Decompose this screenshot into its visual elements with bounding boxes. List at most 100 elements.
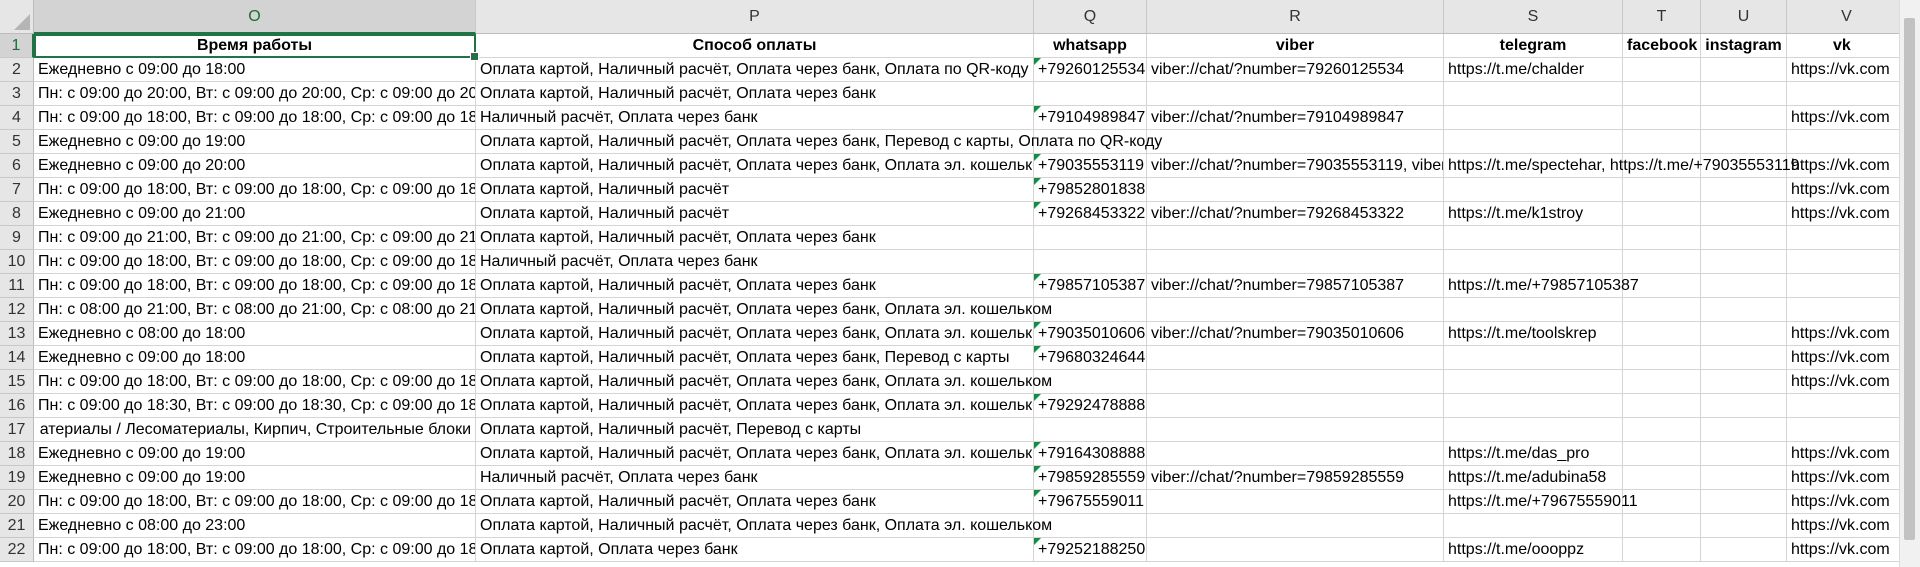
select-all-corner[interactable] [0, 0, 34, 34]
cell-u[interactable] [1701, 106, 1787, 130]
cell-u[interactable] [1701, 82, 1787, 106]
cell-v[interactable]: https://vk.com [1787, 154, 1907, 178]
cell-u[interactable] [1701, 58, 1787, 82]
row-header[interactable]: 12 [0, 298, 34, 322]
cell-q[interactable]: +79292478888 [1034, 394, 1147, 418]
cell-q[interactable]: +79268453322 [1034, 202, 1147, 226]
column-header-q[interactable]: Q [1034, 0, 1147, 34]
cell-v[interactable]: https://vk.com [1787, 490, 1907, 514]
cell-v[interactable] [1787, 250, 1907, 274]
cell-o[interactable]: Ежедневно с 09:00 до 20:00 [34, 154, 476, 178]
row-header[interactable]: 4 [0, 106, 34, 130]
cell-o[interactable]: Пн: с 09:00 до 18:30, Вт: с 09:00 до 18:… [34, 394, 476, 418]
cell-s[interactable] [1444, 394, 1623, 418]
cell-s[interactable] [1444, 130, 1623, 154]
cell-u[interactable] [1701, 442, 1787, 466]
row-header[interactable]: 17 [0, 418, 34, 442]
column-header-t[interactable]: T [1623, 0, 1701, 34]
column-header-o[interactable]: O [34, 0, 476, 34]
cell-v[interactable] [1787, 82, 1907, 106]
cell-s[interactable]: https://t.me/+79857105387 [1444, 274, 1639, 298]
cell-u[interactable] [1701, 178, 1787, 202]
cell-v[interactable]: https://vk.com [1787, 202, 1907, 226]
header-cell-u[interactable]: instagram [1701, 34, 1787, 58]
header-cell-v[interactable]: vk [1787, 34, 1907, 58]
cell-v[interactable]: https://vk.com [1787, 58, 1907, 82]
cell-v[interactable] [1787, 274, 1907, 298]
cell-p[interactable]: Наличный расчёт, Оплата через банк [476, 106, 1034, 130]
cell-p[interactable]: Оплата картой, Наличный расчёт, Оплата ч… [476, 154, 1034, 178]
cell-u[interactable] [1701, 130, 1787, 154]
cell-v[interactable] [1787, 418, 1907, 442]
cell-v[interactable] [1787, 298, 1907, 322]
cell-s[interactable] [1444, 178, 1623, 202]
cell-p[interactable]: Оплата картой, Наличный расчёт [476, 178, 1034, 202]
cell-r[interactable] [1147, 490, 1444, 514]
cell-q[interactable]: +79104989847 [1034, 106, 1147, 130]
header-cell-o[interactable]: Время работы [34, 34, 476, 58]
row-header[interactable]: 21 [0, 514, 34, 538]
cell-s[interactable]: https://t.me/adubina58 [1444, 466, 1623, 490]
row-header[interactable]: 20 [0, 490, 34, 514]
cell-p[interactable]: Оплата картой, Наличный расчёт, Оплата ч… [476, 346, 1034, 370]
row-header[interactable]: 2 [0, 58, 34, 82]
cell-q[interactable]: +79852801838 [1034, 178, 1147, 202]
cell-t[interactable] [1623, 226, 1701, 250]
cell-t[interactable] [1623, 322, 1701, 346]
cell-s[interactable] [1444, 250, 1623, 274]
header-cell-q[interactable]: whatsapp [1034, 34, 1147, 58]
cell-u[interactable] [1701, 418, 1787, 442]
cell-r[interactable] [1147, 130, 1444, 154]
cell-r[interactable]: viber://chat/?number=79035553119, viber [1147, 154, 1444, 178]
cell-s[interactable] [1444, 298, 1623, 322]
cell-t[interactable] [1623, 58, 1701, 82]
cell-u[interactable] [1701, 538, 1787, 562]
cell-q[interactable]: +79035553119 [1034, 154, 1147, 178]
header-cell-r[interactable]: viber [1147, 34, 1444, 58]
cell-s[interactable] [1444, 226, 1623, 250]
row-header[interactable]: 6 [0, 154, 34, 178]
cell-o[interactable]: Ежедневно с 09:00 до 19:00 [34, 442, 476, 466]
cell-v[interactable]: https://vk.com [1787, 466, 1907, 490]
cell-o[interactable]: Пн: с 09:00 до 20:00, Вт: с 09:00 до 20:… [34, 82, 476, 106]
cell-p[interactable]: Оплата картой, Наличный расчёт, Оплата ч… [476, 226, 1034, 250]
cell-o[interactable]: Пн: с 09:00 до 18:00, Вт: с 09:00 до 18:… [34, 490, 476, 514]
cell-r[interactable]: viber://chat/?number=79857105387 [1147, 274, 1444, 298]
cell-p[interactable]: Оплата картой, Наличный расчёт, Оплата ч… [476, 490, 1034, 514]
vertical-scrollbar-thumb[interactable] [1904, 18, 1915, 540]
cell-o[interactable]: Ежедневно с 09:00 до 21:00 [34, 202, 476, 226]
cell-s[interactable]: https://t.me/chalder [1444, 58, 1623, 82]
cell-r[interactable] [1147, 538, 1444, 562]
row-header[interactable]: 14 [0, 346, 34, 370]
row-header[interactable]: 16 [0, 394, 34, 418]
cell-p[interactable]: Оплата картой, Наличный расчёт, Оплата ч… [476, 322, 1034, 346]
cell-q[interactable]: +79035010606 [1034, 322, 1147, 346]
column-header-u[interactable]: U [1701, 0, 1787, 34]
cell-s[interactable]: https://t.me/k1stroy [1444, 202, 1623, 226]
cell-o[interactable]: Ежедневно с 09:00 до 18:00 [34, 58, 476, 82]
cell-t[interactable] [1623, 442, 1701, 466]
cell-q[interactable]: +79260125534 [1034, 58, 1147, 82]
cell-s[interactable]: https://t.me/+79675559011 [1444, 490, 1638, 514]
row-header[interactable]: 11 [0, 274, 34, 298]
cell-u[interactable] [1701, 346, 1787, 370]
cell-o[interactable]: Ежедневно с 09:00 до 19:00 [34, 466, 476, 490]
cell-q[interactable]: +79164308888 [1034, 442, 1147, 466]
cell-t[interactable] [1623, 538, 1701, 562]
spreadsheet-grid[interactable]: OPQRSTUV 1 Время работы Способ оплаты whats… [0, 0, 1920, 567]
cell-t[interactable] [1623, 514, 1701, 538]
cell-s[interactable] [1444, 418, 1623, 442]
cell-o[interactable]: атериалы / Лесоматериалы, Кирпич, Строит… [34, 418, 476, 442]
cell-r[interactable] [1147, 418, 1444, 442]
cell-t[interactable] [1623, 82, 1701, 106]
header-cell-s[interactable]: telegram [1444, 34, 1623, 58]
cell-v[interactable] [1787, 130, 1907, 154]
cell-s[interactable] [1444, 514, 1623, 538]
cell-r[interactable] [1147, 346, 1444, 370]
cell-o[interactable]: Пн: с 09:00 до 18:00, Вт: с 09:00 до 18:… [34, 106, 476, 130]
vertical-scrollbar[interactable] [1899, 0, 1920, 567]
row-header-1[interactable]: 1 [0, 34, 34, 58]
cell-r[interactable] [1147, 370, 1444, 394]
cell-q[interactable] [1034, 226, 1147, 250]
row-header[interactable]: 5 [0, 130, 34, 154]
